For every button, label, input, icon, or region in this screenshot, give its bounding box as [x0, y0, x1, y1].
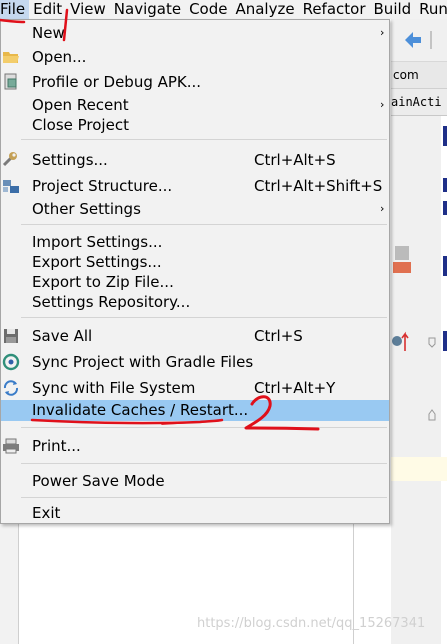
menu-item-shortcut: Ctrl+Alt+S — [254, 151, 336, 169]
menu-item-label: Invalidate Caches / Restart... — [32, 401, 249, 419]
menu-separator — [21, 139, 387, 140]
menu-item-settings[interactable]: Settings... Ctrl+Alt+S — [1, 148, 389, 172]
menu-item-save-all[interactable]: Save All Ctrl+S — [1, 324, 389, 348]
menu-item-label: Open... — [32, 48, 87, 66]
left-tool-strip — [0, 524, 18, 644]
project-structure-icon — [3, 180, 19, 193]
save-icon — [4, 329, 18, 343]
breadcrumb-label: com — [393, 68, 419, 82]
menu-refactor[interactable]: Refactor — [299, 0, 370, 19]
menu-separator — [21, 317, 387, 318]
menu-item-label: New — [32, 24, 65, 42]
menu-item-label: Other Settings — [32, 200, 141, 218]
menu-bar: File Edit View Navigate Code Analyze Ref… — [0, 0, 447, 19]
menu-separator — [21, 427, 387, 428]
menu-item-sync-gradle[interactable]: Sync Project with Gradle Files — [1, 350, 389, 374]
menu-item-label: Print... — [32, 437, 81, 455]
menu-code[interactable]: Code — [185, 0, 231, 19]
menu-view[interactable]: View — [66, 0, 110, 19]
menu-item-label: Close Project — [32, 116, 129, 134]
editor-tab-label: ainActi — [391, 95, 442, 109]
printer-icon — [3, 438, 19, 454]
menu-separator — [21, 497, 387, 498]
menu-item-settings-repository[interactable]: Settings Repository... — [1, 290, 389, 314]
menu-item-label: Sync with File System — [32, 379, 196, 397]
refresh-icon — [3, 380, 19, 396]
menu-item-shortcut: Ctrl+S — [254, 327, 303, 345]
menu-item-label: Sync Project with Gradle Files — [32, 353, 254, 371]
breadcrumb-tab[interactable]: com — [391, 62, 447, 89]
wrench-icon — [2, 152, 17, 167]
ide-toolbar — [391, 19, 447, 62]
editor-tab[interactable]: ainActi — [391, 89, 447, 116]
gradle-sync-icon — [2, 353, 20, 371]
menu-item-close-project[interactable]: Close Project — [1, 113, 389, 137]
menu-item-exit[interactable]: Exit — [1, 501, 389, 525]
menu-build[interactable]: Build — [370, 0, 416, 19]
submenu-arrow-icon: › — [380, 202, 385, 215]
back-arrow-icon[interactable] — [391, 19, 447, 61]
menu-item-open[interactable]: Open... — [1, 45, 389, 69]
menu-item-label: Settings... — [32, 151, 108, 169]
menu-item-shortcut: Ctrl+Alt+Shift+S — [254, 177, 383, 195]
menu-separator — [21, 224, 387, 225]
file-menu-dropdown: New › Open... Profile or Debug APK... Op… — [0, 19, 390, 524]
menu-item-invalidate-caches[interactable]: Invalidate Caches / Restart... — [1, 400, 389, 421]
menu-item-sync-filesystem[interactable]: Sync with File System Ctrl+Alt+Y — [1, 376, 389, 400]
menu-item-power-save[interactable]: Power Save Mode — [1, 469, 389, 493]
submenu-arrow-icon: › — [380, 26, 385, 39]
menu-item-label: Save All — [32, 327, 93, 345]
menu-item-label: Open Recent — [32, 96, 129, 114]
menu-item-label: Import Settings... — [32, 233, 163, 251]
menu-item-other-settings[interactable]: Other Settings › — [1, 197, 389, 221]
menu-item-label: Power Save Mode — [32, 472, 165, 490]
menu-item-project-structure[interactable]: Project Structure... Ctrl+Alt+Shift+S — [1, 174, 389, 198]
menu-item-new[interactable]: New › — [1, 21, 389, 45]
menu-item-profile-apk[interactable]: Profile or Debug APK... — [1, 70, 389, 94]
menu-item-label: Settings Repository... — [32, 293, 191, 311]
folder-icon — [3, 52, 19, 63]
menu-item-label: Export Settings... — [32, 253, 162, 271]
menu-item-label: Profile or Debug APK... — [32, 73, 202, 91]
menu-item-label: Exit — [32, 504, 61, 522]
menu-item-label: Project Structure... — [32, 177, 173, 195]
submenu-arrow-icon: › — [380, 98, 385, 111]
apk-icon — [4, 73, 17, 90]
menu-run[interactable]: Run — [415, 0, 447, 19]
menu-navigate[interactable]: Navigate — [110, 0, 185, 19]
menu-edit[interactable]: Edit — [29, 0, 66, 19]
menu-analyze[interactable]: Analyze — [231, 0, 298, 19]
menu-separator — [21, 463, 387, 464]
menu-file[interactable]: File — [0, 0, 30, 19]
gutter-icons — [392, 126, 447, 421]
menu-item-shortcut: Ctrl+Alt+Y — [254, 379, 336, 397]
watermark: https://blog.csdn.net/qq_15267341 — [197, 616, 426, 631]
menu-item-label: Export to Zip File... — [32, 273, 174, 291]
menu-item-print[interactable]: Print... — [1, 434, 389, 458]
